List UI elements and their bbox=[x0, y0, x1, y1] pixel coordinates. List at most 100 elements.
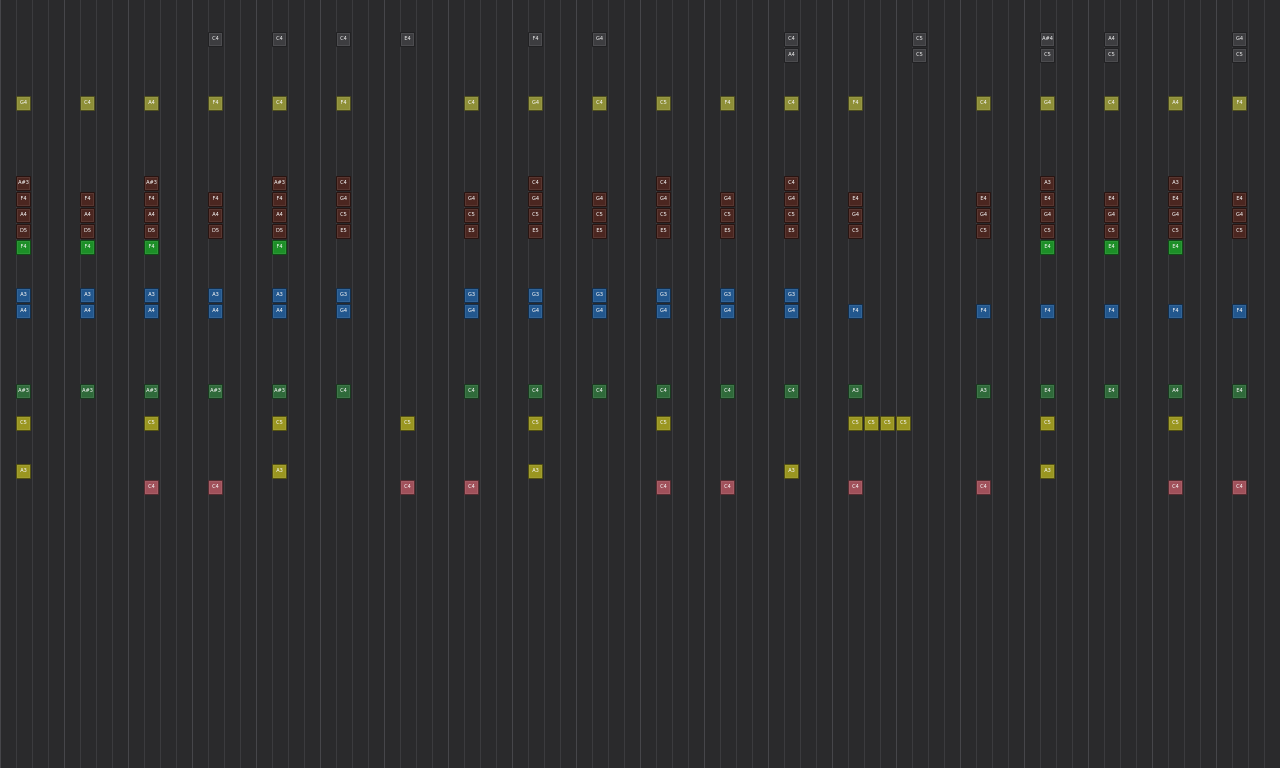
note-cell[interactable]: A#3 bbox=[80, 384, 95, 399]
note-cell[interactable]: C5 bbox=[656, 208, 671, 223]
note-cell[interactable]: C5 bbox=[336, 208, 351, 223]
note-cell[interactable]: G4 bbox=[976, 208, 991, 223]
note-cell[interactable]: D5 bbox=[272, 224, 287, 239]
note-cell[interactable]: F4 bbox=[1168, 304, 1183, 319]
note-cell[interactable]: C4 bbox=[976, 96, 991, 111]
note-cell[interactable]: C4 bbox=[208, 32, 223, 47]
note-cell[interactable]: D5 bbox=[16, 224, 31, 239]
note-cell[interactable]: E5 bbox=[784, 224, 799, 239]
note-cell[interactable]: G4 bbox=[656, 304, 671, 319]
note-cell[interactable]: C4 bbox=[1104, 96, 1119, 111]
note-cell[interactable]: G3 bbox=[784, 288, 799, 303]
note-cell[interactable]: F4 bbox=[16, 192, 31, 207]
note-cell[interactable]: G4 bbox=[1232, 208, 1247, 223]
note-cell[interactable]: C4 bbox=[464, 480, 479, 495]
note-cell[interactable]: A3 bbox=[272, 464, 287, 479]
note-cell[interactable]: A4 bbox=[1104, 32, 1119, 47]
note-cell[interactable]: G4 bbox=[720, 192, 735, 207]
note-cell[interactable]: C4 bbox=[528, 384, 543, 399]
note-cell[interactable]: C4 bbox=[272, 32, 287, 47]
note-cell[interactable]: G4 bbox=[656, 192, 671, 207]
note-cell[interactable]: F4 bbox=[720, 96, 735, 111]
note-cell[interactable]: G4 bbox=[464, 304, 479, 319]
note-cell[interactable]: A4 bbox=[80, 208, 95, 223]
note-cell[interactable]: A#3 bbox=[272, 384, 287, 399]
note-cell[interactable]: E4 bbox=[1104, 384, 1119, 399]
note-cell[interactable]: A3 bbox=[16, 288, 31, 303]
note-cell[interactable]: A3 bbox=[208, 288, 223, 303]
note-cell[interactable]: C4 bbox=[208, 480, 223, 495]
note-cell[interactable]: C5 bbox=[464, 208, 479, 223]
note-cell[interactable]: A4 bbox=[784, 48, 799, 63]
note-cell[interactable]: E4 bbox=[1040, 240, 1055, 255]
note-cell[interactable]: A4 bbox=[144, 304, 159, 319]
note-cell[interactable]: G4 bbox=[592, 304, 607, 319]
note-cell[interactable]: G4 bbox=[1040, 96, 1055, 111]
note-cell[interactable]: C5 bbox=[528, 208, 543, 223]
note-cell[interactable]: G4 bbox=[16, 96, 31, 111]
note-cell[interactable]: A3 bbox=[976, 384, 991, 399]
note-cell[interactable]: G3 bbox=[592, 288, 607, 303]
note-cell[interactable]: C5 bbox=[1104, 48, 1119, 63]
note-cell[interactable]: C5 bbox=[1232, 224, 1247, 239]
note-cell[interactable]: F4 bbox=[272, 240, 287, 255]
note-cell[interactable]: E5 bbox=[464, 224, 479, 239]
note-cell[interactable]: E5 bbox=[592, 224, 607, 239]
note-cell[interactable]: G3 bbox=[720, 288, 735, 303]
note-cell[interactable]: A4 bbox=[272, 304, 287, 319]
note-cell[interactable]: D5 bbox=[208, 224, 223, 239]
note-cell[interactable]: C5 bbox=[912, 48, 927, 63]
note-cell[interactable]: A#3 bbox=[144, 176, 159, 191]
note-cell[interactable]: C4 bbox=[1168, 480, 1183, 495]
note-cell[interactable]: C4 bbox=[1232, 480, 1247, 495]
note-cell[interactable]: C4 bbox=[976, 480, 991, 495]
note-cell[interactable]: C4 bbox=[784, 176, 799, 191]
note-cell[interactable]: A4 bbox=[80, 304, 95, 319]
note-cell[interactable]: G4 bbox=[1040, 208, 1055, 223]
note-cell[interactable]: F4 bbox=[528, 32, 543, 47]
note-cell[interactable]: C5 bbox=[1040, 416, 1055, 431]
note-cell[interactable]: G3 bbox=[464, 288, 479, 303]
note-cell[interactable]: G4 bbox=[336, 304, 351, 319]
note-cell[interactable]: C4 bbox=[784, 384, 799, 399]
note-cell[interactable]: A3 bbox=[16, 464, 31, 479]
note-cell[interactable]: A4 bbox=[208, 304, 223, 319]
note-cell[interactable]: C5 bbox=[880, 416, 895, 431]
note-cell[interactable]: C4 bbox=[336, 32, 351, 47]
note-cell[interactable]: A3 bbox=[528, 464, 543, 479]
note-cell[interactable]: C5 bbox=[912, 32, 927, 47]
sequencer-grid[interactable]: C4C4C4E4F4G4C4A4C5C5A#4C5A4C5G4C5G4C4A4F… bbox=[0, 0, 1280, 768]
note-cell[interactable]: F4 bbox=[208, 96, 223, 111]
note-cell[interactable]: C4 bbox=[464, 384, 479, 399]
note-cell[interactable]: C4 bbox=[80, 96, 95, 111]
note-cell[interactable]: F4 bbox=[1040, 304, 1055, 319]
note-cell[interactable]: F4 bbox=[144, 192, 159, 207]
note-cell[interactable]: C4 bbox=[848, 480, 863, 495]
note-cell[interactable]: C4 bbox=[592, 96, 607, 111]
note-cell[interactable]: C5 bbox=[976, 224, 991, 239]
note-cell[interactable]: F4 bbox=[848, 96, 863, 111]
note-cell[interactable]: C4 bbox=[784, 96, 799, 111]
note-cell[interactable]: G4 bbox=[528, 96, 543, 111]
note-cell[interactable]: G3 bbox=[656, 288, 671, 303]
note-cell[interactable]: G4 bbox=[1104, 208, 1119, 223]
note-cell[interactable]: C4 bbox=[528, 176, 543, 191]
note-cell[interactable]: C4 bbox=[336, 384, 351, 399]
note-cell[interactable]: E4 bbox=[1104, 192, 1119, 207]
note-cell[interactable]: C4 bbox=[656, 176, 671, 191]
note-cell[interactable]: A3 bbox=[272, 288, 287, 303]
note-cell[interactable]: G4 bbox=[464, 192, 479, 207]
note-cell[interactable]: A3 bbox=[1168, 176, 1183, 191]
note-cell[interactable]: C4 bbox=[720, 384, 735, 399]
note-cell[interactable]: G4 bbox=[528, 304, 543, 319]
note-cell[interactable]: C5 bbox=[592, 208, 607, 223]
note-cell[interactable]: C5 bbox=[1040, 224, 1055, 239]
note-cell[interactable]: G4 bbox=[784, 304, 799, 319]
note-cell[interactable]: F4 bbox=[80, 192, 95, 207]
note-cell[interactable]: C4 bbox=[464, 96, 479, 111]
note-cell[interactable]: G3 bbox=[528, 288, 543, 303]
note-cell[interactable]: C5 bbox=[1168, 416, 1183, 431]
note-cell[interactable]: A3 bbox=[784, 464, 799, 479]
note-cell[interactable]: A4 bbox=[1168, 384, 1183, 399]
note-cell[interactable]: C5 bbox=[848, 224, 863, 239]
